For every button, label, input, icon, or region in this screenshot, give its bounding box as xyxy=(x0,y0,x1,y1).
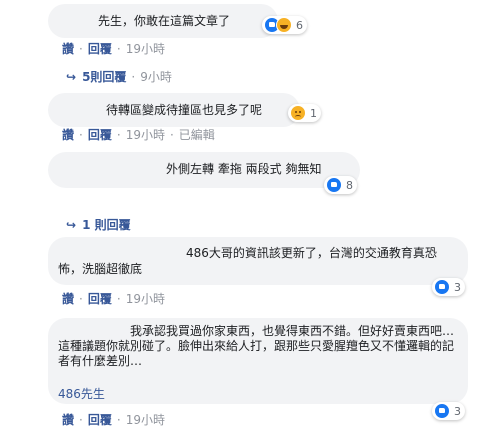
reply-link[interactable]: 回覆 xyxy=(88,292,112,306)
timestamp[interactable]: 19小時 xyxy=(126,292,165,306)
comment-bubble: 先生，你敢在這篇文章了 xyxy=(48,4,278,38)
like-link[interactable]: 讚 xyxy=(62,128,74,142)
reaction-summary[interactable]: 3 xyxy=(432,402,465,420)
timestamp[interactable]: 19小時 xyxy=(126,42,165,56)
timestamp: 9小時 xyxy=(140,70,172,84)
like-icon xyxy=(326,177,342,193)
reply-arrow-icon: ↪ xyxy=(66,70,77,84)
comment-bubble: 我承認我買過你家東西，也覺得東西不錯。但好好賣東西吧…這種議題你就別碰了。臉伸出… xyxy=(48,318,468,404)
reaction-count: 6 xyxy=(296,18,303,32)
replies-count: 1 則回覆 xyxy=(82,218,131,232)
reaction-summary[interactable]: 3 xyxy=(432,278,465,296)
reply-link[interactable]: 回覆 xyxy=(88,413,112,427)
comment-actions: 讚 · 回覆 · 19小時 xyxy=(62,413,165,427)
comment-actions: 讚 · 回覆 · 19小時 xyxy=(62,292,165,306)
replies-count: 5則回覆 xyxy=(82,70,127,84)
comment-text: 待轉區變成待撞區也見多了呢 xyxy=(106,103,263,117)
view-replies-link[interactable]: ↪ 1 則回覆 xyxy=(66,216,131,233)
edited-label[interactable]: 已編輯 xyxy=(179,128,215,142)
comment-text: 我承認我買過你家東西，也覺得東西不錯。但好好賣東西吧…這種議題你就別碰了。臉伸出… xyxy=(58,324,455,368)
reply-arrow-icon: ↪ xyxy=(66,218,77,232)
comment-bubble: 待轉區變成待撞區也見多了呢 xyxy=(48,93,300,127)
like-link[interactable]: 讚 xyxy=(62,292,74,306)
reaction-summary[interactable]: 8 xyxy=(324,176,357,194)
comment-actions: 讚 · 回覆 · 19小時 · 已編輯 xyxy=(62,128,215,142)
like-icon xyxy=(434,403,450,419)
reaction-count: 3 xyxy=(454,280,461,294)
comment-bubble: 外側左轉 牽拖 兩段式 夠無知 xyxy=(48,152,360,188)
comment-actions: 讚 · 回覆 · 19小時 xyxy=(62,42,165,56)
author-tag[interactable]: 486先生 xyxy=(58,387,105,402)
like-icon xyxy=(434,279,450,295)
reaction-summary[interactable]: 6 xyxy=(262,16,307,34)
timestamp[interactable]: 19小時 xyxy=(126,128,165,142)
timestamp[interactable]: 19小時 xyxy=(126,413,165,427)
reply-link[interactable]: 回覆 xyxy=(88,128,112,142)
reaction-count: 8 xyxy=(346,178,353,192)
view-replies-link[interactable]: ↪ 5則回覆 · 9小時 xyxy=(66,68,172,85)
like-link[interactable]: 讚 xyxy=(62,42,74,56)
reply-link[interactable]: 回覆 xyxy=(88,42,112,56)
comment-text: 先生，你敢在這篇文章了 xyxy=(98,14,231,28)
comment-text: 486大哥的資訊該更新了，台灣的交通教育真恐怖，洗腦超徹底 xyxy=(58,246,437,276)
reaction-count: 1 xyxy=(310,106,317,120)
haha-icon xyxy=(276,17,292,33)
comment-bubble: 486大哥的資訊該更新了，台灣的交通教育真恐怖，洗腦超徹底 xyxy=(48,237,468,285)
reaction-count: 3 xyxy=(454,404,461,418)
comment-text: 外側左轉 牽拖 兩段式 夠無知 xyxy=(166,162,322,176)
like-link[interactable]: 讚 xyxy=(62,413,74,427)
sad-icon xyxy=(290,105,306,121)
reaction-summary[interactable]: 1 xyxy=(288,104,321,122)
